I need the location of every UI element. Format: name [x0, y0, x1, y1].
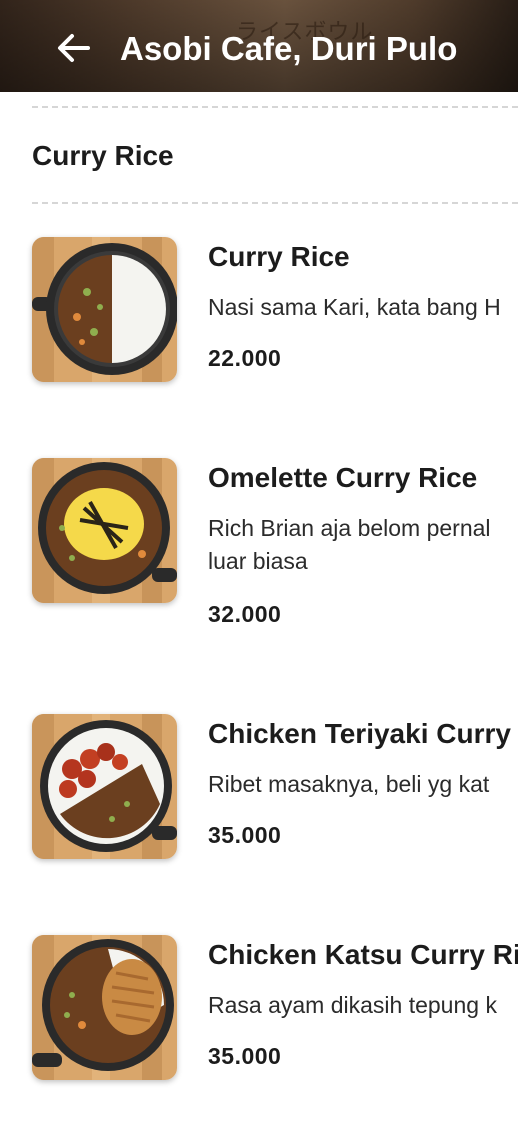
section-title: Curry Rice [32, 140, 174, 171]
curry-rice-photo [32, 237, 177, 382]
section-divider-top [32, 106, 518, 108]
header-bar: ライスボウル Asobi Cafe, Duri Pulo [0, 0, 518, 92]
menu-item-omelette-curry-rice[interactable]: Omelette Curry Rice Rich Brian aja belom… [0, 458, 518, 628]
item-name: Curry Rice [208, 241, 350, 272]
item-name: Chicken Teriyaki Curry [208, 718, 511, 749]
menu-item-curry-rice[interactable]: Curry Rice Nasi sama Kari, kata bang H 2… [0, 237, 518, 407]
menu-item-chicken-katsu-curry[interactable]: Chicken Katsu Curry Ri Rasa ayam dikasih… [0, 935, 518, 1105]
omelette-curry-rice-photo [32, 458, 177, 603]
chicken-teriyaki-curry-photo [32, 714, 177, 859]
chicken-katsu-curry-photo [32, 935, 177, 1080]
item-price: 32.000 [208, 601, 282, 627]
item-price: 35.000 [208, 1043, 282, 1069]
section-divider-bottom [32, 202, 518, 204]
item-name: Chicken Katsu Curry Ri [208, 939, 518, 970]
item-price: 22.000 [208, 345, 282, 371]
item-description-line-2: luar biasa [208, 548, 308, 574]
item-description: Nasi sama Kari, kata bang H [208, 294, 501, 320]
item-name: Omelette Curry Rice [208, 462, 478, 493]
arrow-left-icon [58, 34, 90, 62]
menu-item-chicken-teriyaki-curry[interactable]: Chicken Teriyaki Curry Ribet masaknya, b… [0, 714, 518, 884]
item-description: Ribet masaknya, beli yg kat [208, 771, 490, 797]
store-title: Asobi Cafe, Duri Pulo [120, 30, 458, 67]
back-button[interactable] [52, 26, 96, 70]
item-description: Rasa ayam dikasih tepung k [208, 992, 497, 1018]
item-description-line-1: Rich Brian aja belom pernal [208, 515, 491, 541]
item-price: 35.000 [208, 822, 282, 848]
